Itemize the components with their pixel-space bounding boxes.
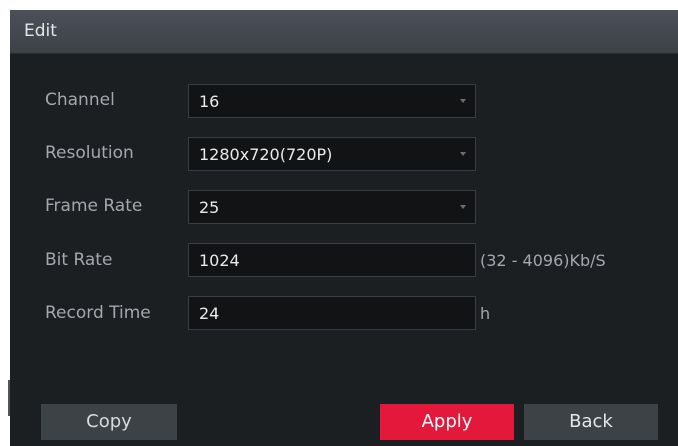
bit-rate-label: Bit Rate — [45, 250, 113, 270]
bit-rate-value: 1024 — [199, 251, 240, 270]
channel-label: Channel — [45, 90, 115, 110]
frame-rate-value: 25 — [199, 198, 220, 217]
frame-rate-label: Frame Rate — [45, 196, 143, 216]
dropdown-arrow-icon — [460, 205, 466, 209]
record-time-value: 24 — [199, 304, 220, 323]
bit-rate-input[interactable]: 1024 — [188, 243, 476, 277]
edit-dialog: Edit Channel 16 Resolution 1280x720(720P… — [10, 10, 678, 446]
frame-rate-select[interactable]: 25 — [188, 190, 476, 224]
apply-button[interactable]: Apply — [380, 404, 514, 440]
back-button[interactable]: Back — [524, 404, 658, 440]
bit-rate-unit: (32 - 4096)Kb/S — [480, 251, 606, 270]
channel-select[interactable]: 16 — [188, 84, 476, 118]
resolution-value: 1280x720(720P) — [199, 145, 333, 164]
record-time-input[interactable]: 24 — [188, 296, 476, 330]
dialog-title-bar[interactable]: Edit — [10, 10, 678, 54]
copy-button[interactable]: Copy — [41, 404, 177, 440]
resolution-label: Resolution — [45, 143, 134, 163]
record-time-unit: h — [480, 304, 491, 323]
dropdown-arrow-icon — [460, 99, 466, 103]
resolution-select[interactable]: 1280x720(720P) — [188, 137, 476, 171]
channel-value: 16 — [199, 92, 220, 111]
dropdown-arrow-icon — [460, 152, 466, 156]
record-time-label: Record Time — [45, 303, 151, 323]
dialog-title: Edit — [24, 21, 57, 41]
